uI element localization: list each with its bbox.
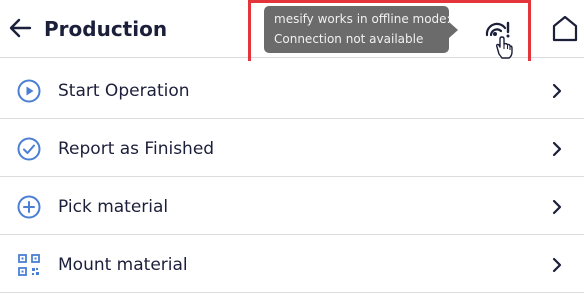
offline-highlight-box bbox=[248, 0, 531, 70]
menu-item-label: Mount material bbox=[58, 255, 188, 275]
plus-circle-icon bbox=[17, 195, 41, 219]
menu-item-label: Report as Finished bbox=[58, 139, 215, 159]
chevron-right-icon bbox=[552, 141, 562, 157]
menu-item-label: Start Operation bbox=[58, 81, 190, 101]
home-button[interactable] bbox=[550, 13, 580, 43]
arrow-left-icon bbox=[9, 18, 32, 38]
qr-scan-icon bbox=[18, 254, 40, 276]
production-menu: Start Operation Report as Finished Pick … bbox=[0, 61, 584, 293]
menu-item-report-as-finished[interactable]: Report as Finished bbox=[0, 119, 584, 177]
back-button[interactable] bbox=[6, 13, 36, 43]
page-title: Production bbox=[44, 17, 168, 41]
chevron-right-icon bbox=[552, 199, 562, 215]
menu-item-label: Pick material bbox=[58, 197, 169, 217]
chevron-right-icon bbox=[552, 83, 562, 99]
menu-item-mount-material[interactable]: Mount material bbox=[0, 235, 584, 293]
menu-item-start-operation[interactable]: Start Operation bbox=[0, 61, 584, 119]
chevron-right-icon bbox=[552, 257, 562, 273]
home-icon bbox=[552, 15, 578, 42]
menu-item-pick-material[interactable]: Pick material bbox=[0, 177, 584, 235]
play-circle-icon bbox=[17, 79, 41, 103]
check-circle-icon bbox=[17, 137, 41, 161]
